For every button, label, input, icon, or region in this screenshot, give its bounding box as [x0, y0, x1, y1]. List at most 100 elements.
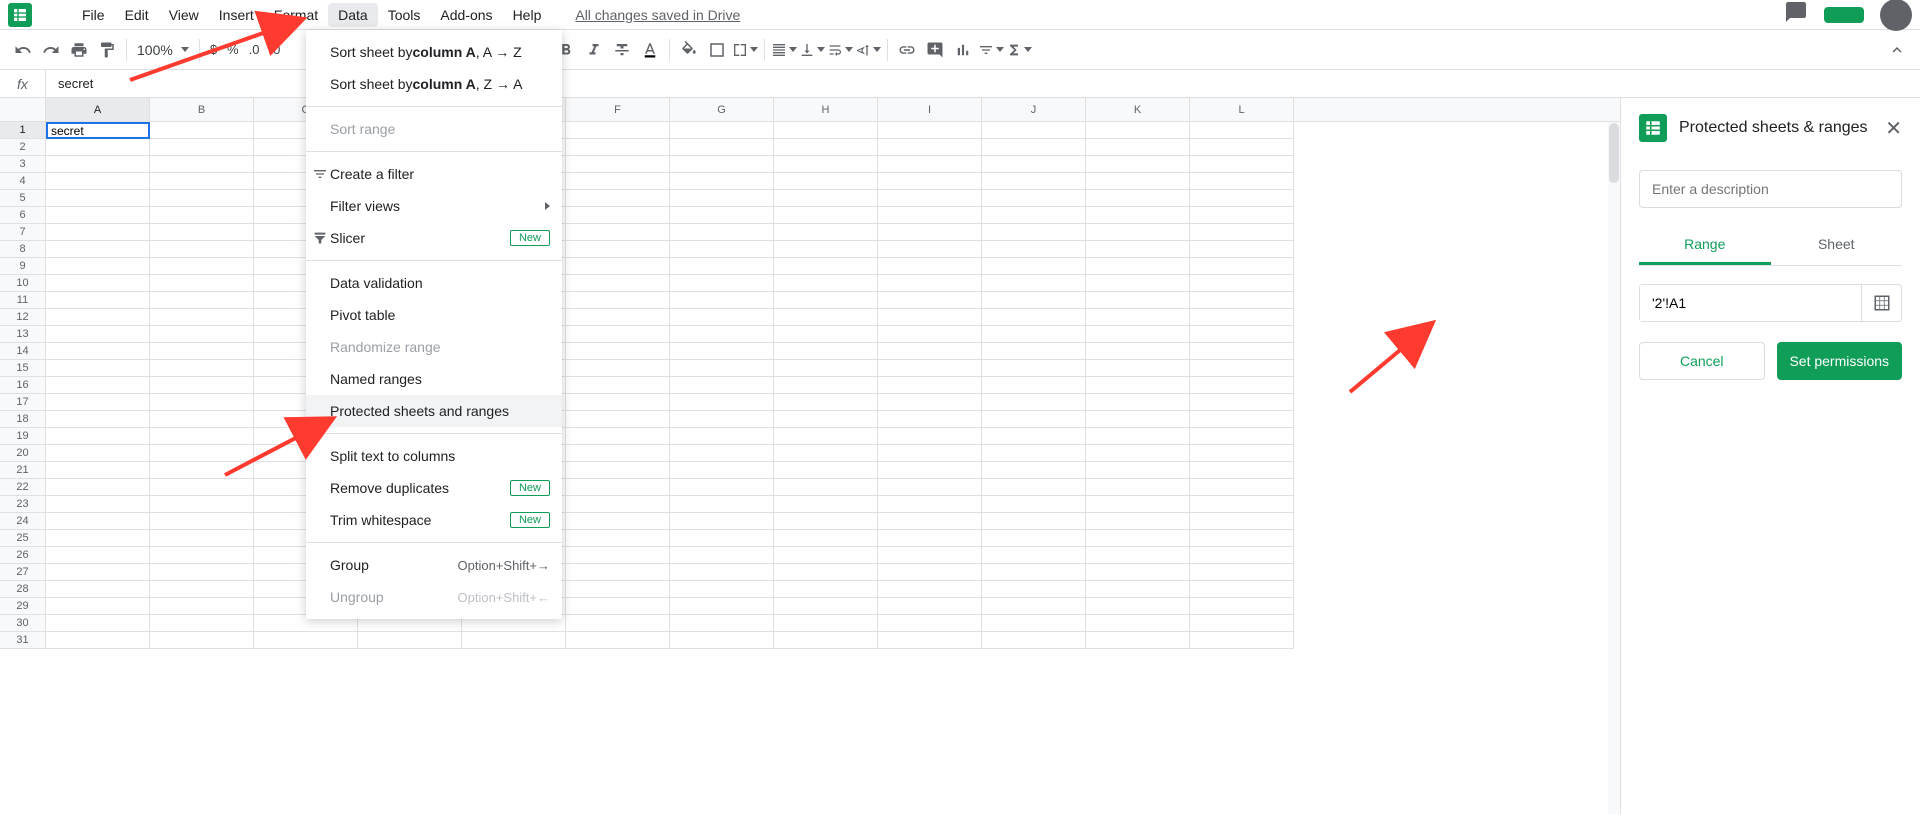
cell[interactable]	[982, 139, 1086, 156]
cell[interactable]	[46, 224, 150, 241]
cell[interactable]	[150, 479, 254, 496]
cell[interactable]	[46, 241, 150, 258]
cell[interactable]	[1086, 632, 1190, 649]
cell[interactable]	[982, 462, 1086, 479]
cell[interactable]	[254, 632, 358, 649]
set-permissions-button[interactable]: Set permissions	[1777, 342, 1903, 380]
cell[interactable]	[566, 598, 670, 615]
cell[interactable]	[774, 207, 878, 224]
cell[interactable]	[1086, 530, 1190, 547]
cell[interactable]	[878, 377, 982, 394]
menu-format[interactable]: Format	[264, 3, 328, 27]
cell[interactable]	[1190, 632, 1294, 649]
cell[interactable]	[670, 615, 774, 632]
cell[interactable]	[774, 547, 878, 564]
cell[interactable]	[982, 207, 1086, 224]
cell[interactable]	[46, 411, 150, 428]
cell[interactable]	[46, 496, 150, 513]
cell[interactable]	[878, 207, 982, 224]
cell[interactable]	[1190, 343, 1294, 360]
row-header[interactable]: 1	[0, 122, 46, 139]
cell[interactable]	[1086, 326, 1190, 343]
cell[interactable]	[982, 190, 1086, 207]
row-header[interactable]: 10	[0, 275, 46, 292]
cell[interactable]	[1086, 241, 1190, 258]
cell[interactable]	[566, 360, 670, 377]
cell[interactable]	[774, 564, 878, 581]
vertical-scrollbar[interactable]	[1608, 122, 1620, 814]
cell[interactable]	[774, 530, 878, 547]
cell[interactable]	[982, 309, 1086, 326]
cell[interactable]	[774, 445, 878, 462]
save-status[interactable]: All changes saved in Drive	[575, 7, 740, 23]
menu-trim-whitespace[interactable]: Trim whitespaceNew	[306, 504, 562, 536]
menu-tools[interactable]: Tools	[378, 3, 431, 27]
cell[interactable]	[670, 275, 774, 292]
cell[interactable]	[46, 445, 150, 462]
menu-group[interactable]: GroupOption+Shift+→	[306, 549, 562, 581]
cell[interactable]	[1086, 428, 1190, 445]
cell[interactable]	[670, 139, 774, 156]
tab-sheet[interactable]: Sheet	[1771, 226, 1903, 265]
cell[interactable]	[670, 156, 774, 173]
print-button[interactable]	[66, 37, 92, 63]
cell[interactable]	[878, 309, 982, 326]
cell[interactable]	[670, 445, 774, 462]
cell[interactable]	[670, 394, 774, 411]
cell[interactable]	[670, 428, 774, 445]
cell[interactable]	[878, 547, 982, 564]
cell[interactable]	[150, 564, 254, 581]
cell[interactable]	[566, 394, 670, 411]
cell[interactable]	[878, 360, 982, 377]
menu-filter-views[interactable]: Filter views	[306, 190, 562, 222]
cell[interactable]	[982, 411, 1086, 428]
row-header[interactable]: 11	[0, 292, 46, 309]
cell[interactable]	[774, 581, 878, 598]
cell[interactable]	[566, 275, 670, 292]
cell[interactable]	[774, 190, 878, 207]
cell[interactable]	[774, 156, 878, 173]
cell[interactable]	[878, 615, 982, 632]
cell[interactable]	[1190, 479, 1294, 496]
cell[interactable]	[878, 462, 982, 479]
cell[interactable]	[774, 241, 878, 258]
cell[interactable]	[1086, 479, 1190, 496]
cell[interactable]	[1086, 445, 1190, 462]
row-header[interactable]: 31	[0, 632, 46, 649]
cell[interactable]	[774, 479, 878, 496]
cell[interactable]	[670, 309, 774, 326]
cell[interactable]	[1190, 547, 1294, 564]
row-header[interactable]: 20	[0, 445, 46, 462]
menu-edit[interactable]: Edit	[115, 3, 159, 27]
cell[interactable]	[566, 462, 670, 479]
cell[interactable]: secret	[46, 122, 150, 139]
cell[interactable]	[1190, 530, 1294, 547]
select-all-corner[interactable]	[0, 98, 46, 121]
cell[interactable]	[150, 139, 254, 156]
cell[interactable]	[150, 309, 254, 326]
cell[interactable]	[1190, 275, 1294, 292]
cell[interactable]	[774, 343, 878, 360]
cell[interactable]	[878, 224, 982, 241]
cell[interactable]	[150, 122, 254, 139]
cell[interactable]	[566, 207, 670, 224]
cell[interactable]	[150, 241, 254, 258]
cell[interactable]	[566, 479, 670, 496]
cell[interactable]	[774, 598, 878, 615]
col-header-K[interactable]: K	[1086, 98, 1190, 121]
description-input[interactable]	[1639, 170, 1902, 208]
cell[interactable]	[566, 377, 670, 394]
cell[interactable]	[46, 207, 150, 224]
cell[interactable]	[150, 632, 254, 649]
cell[interactable]	[878, 411, 982, 428]
cell[interactable]	[982, 360, 1086, 377]
fill-color-button[interactable]	[676, 37, 702, 63]
cell[interactable]	[1190, 615, 1294, 632]
cell[interactable]	[566, 326, 670, 343]
cell[interactable]	[46, 275, 150, 292]
zoom-select[interactable]: 100%	[133, 42, 193, 58]
cell[interactable]	[150, 547, 254, 564]
cell[interactable]	[982, 428, 1086, 445]
menu-sort-za[interactable]: Sort sheet by column A, Z → A	[306, 68, 562, 100]
cell[interactable]	[878, 275, 982, 292]
